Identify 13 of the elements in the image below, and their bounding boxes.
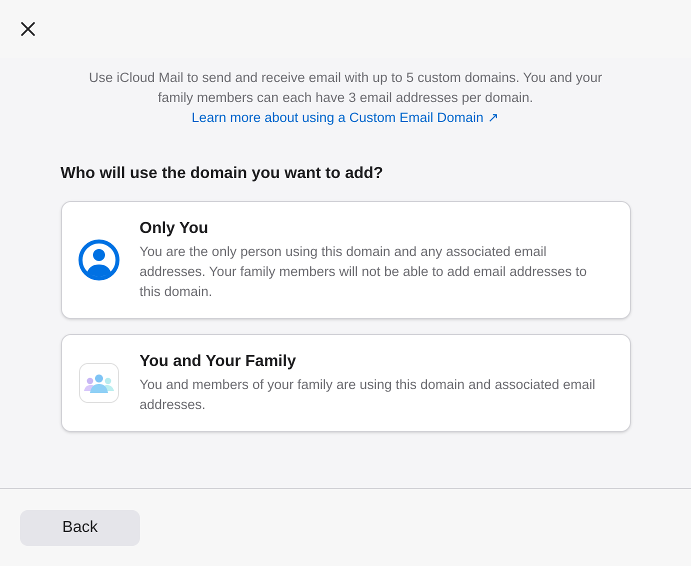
option-card[interactable]: You and Your Family You and members of your family are using this domain and associated email addresses. <box>60 334 630 432</box>
intro-text: Use iCloud Mail to send and receive email with up to 5 custom domains. You and your family members can each have 3 email addresses per domain. <box>88 69 604 107</box>
option-title: You and Your Family <box>140 352 297 372</box>
option-card[interactable]: Only You You are the only person using this domain and any associated email addresses. Your family members will not be able to add email addresses to this domain. <box>60 201 630 319</box>
back-button[interactable]: Back <box>20 510 140 546</box>
learn-more-link[interactable]: Learn more about using a Custom Email Domain ↗ <box>192 108 500 128</box>
family-icon <box>78 363 118 403</box>
option-description: You and members of your family are using this domain and associated email addresses. <box>140 376 596 414</box>
option-description: You are the only person using this domain and any associated email addresses. Your family members will not be able to add email addresses to this domain. <box>140 243 588 301</box>
option-title: Only You <box>140 219 210 239</box>
question-heading: Who will use the domain you want to add? <box>60 164 384 184</box>
person-circle-icon <box>78 239 120 281</box>
close-icon[interactable] <box>20 21 36 37</box>
